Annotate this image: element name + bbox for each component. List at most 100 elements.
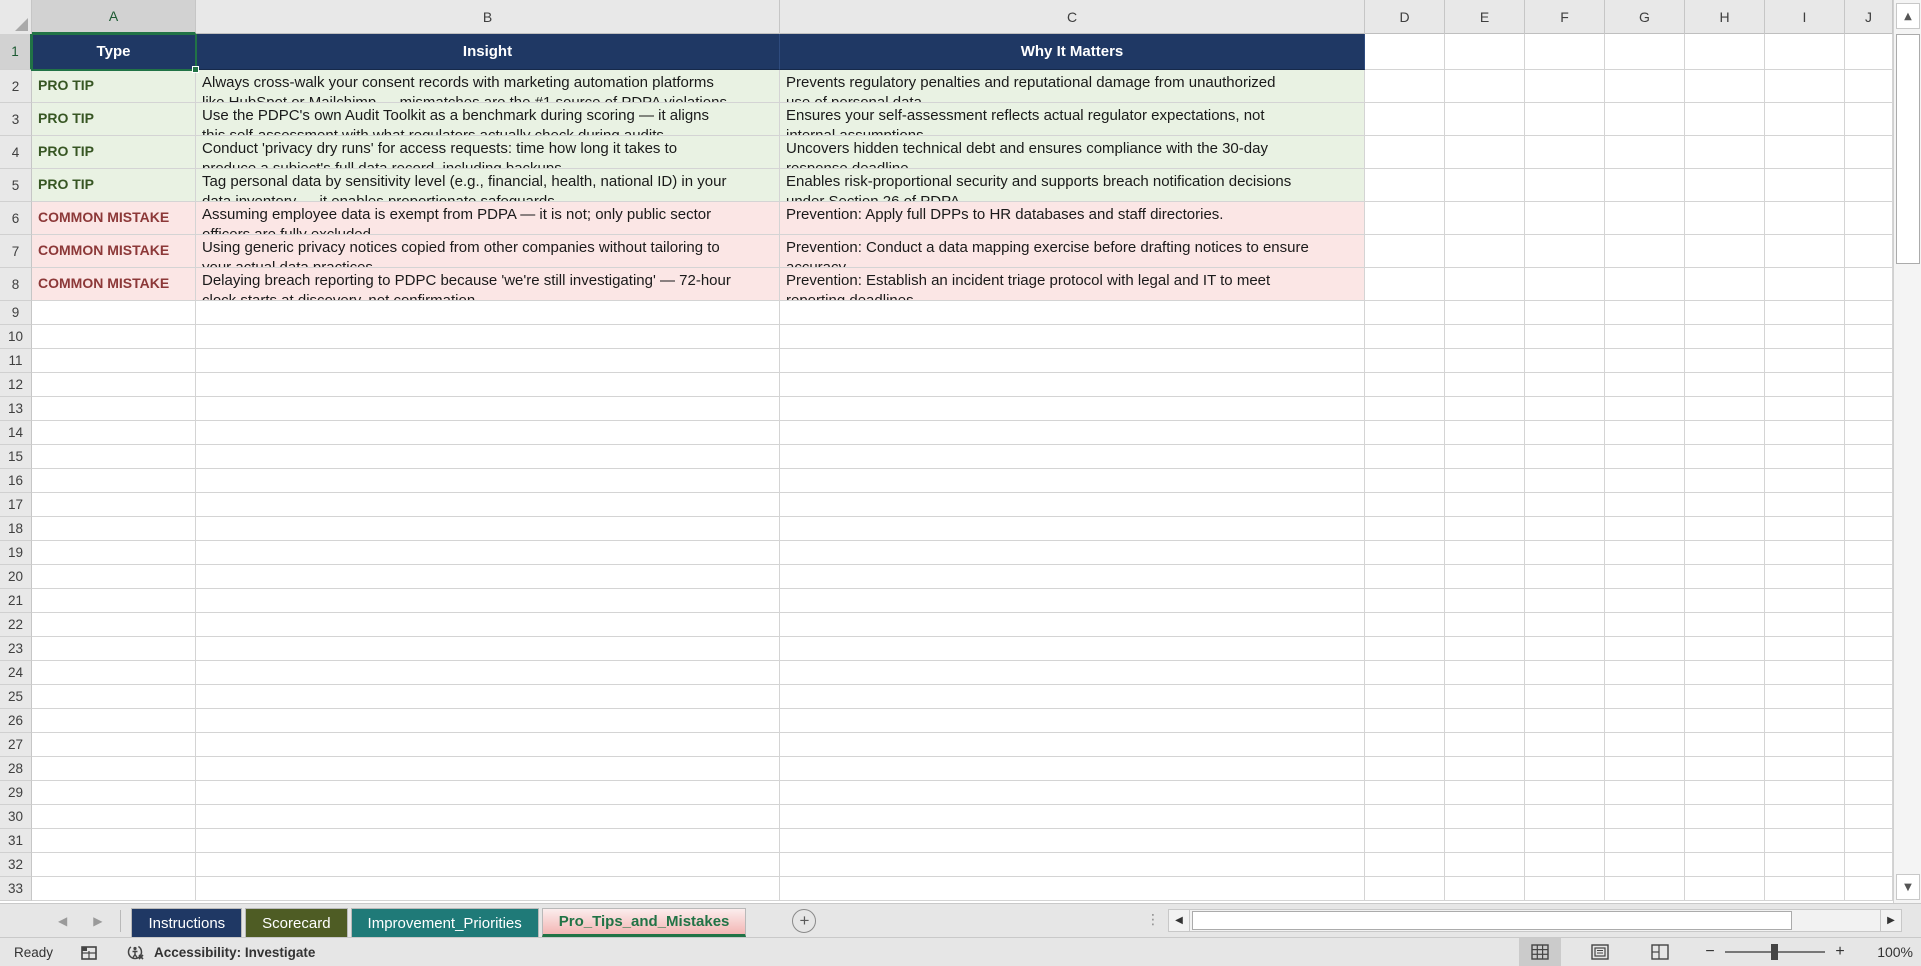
insight-cell[interactable]: Use the PDPC's own Audit Toolkit as a be… — [196, 103, 780, 136]
empty-cell[interactable] — [1365, 805, 1445, 829]
type-cell[interactable]: PRO TIP — [32, 70, 196, 103]
empty-cell[interactable] — [1765, 541, 1845, 565]
empty-cell[interactable] — [196, 637, 780, 661]
table-header-cell[interactable]: Why It Matters — [780, 34, 1365, 70]
empty-cell[interactable] — [32, 613, 196, 637]
insight-cell[interactable]: Tag personal data by sensitivity level (… — [196, 169, 780, 202]
row-header-17[interactable]: 17 — [0, 493, 32, 517]
empty-cell[interactable] — [1765, 469, 1845, 493]
empty-cell[interactable] — [32, 541, 196, 565]
empty-cell[interactable] — [1845, 349, 1893, 373]
empty-cell[interactable] — [1685, 301, 1765, 325]
empty-cell[interactable] — [1445, 757, 1525, 781]
empty-cell[interactable] — [1445, 421, 1525, 445]
empty-cell[interactable] — [1765, 169, 1845, 202]
empty-cell[interactable] — [1765, 421, 1845, 445]
empty-cell[interactable] — [32, 325, 196, 349]
empty-cell[interactable] — [1365, 325, 1445, 349]
empty-cell[interactable] — [1845, 136, 1893, 169]
empty-cell[interactable] — [1845, 733, 1893, 757]
empty-cell[interactable] — [1365, 493, 1445, 517]
empty-cell[interactable] — [1685, 325, 1765, 349]
row-header-19[interactable]: 19 — [0, 541, 32, 565]
column-header-j[interactable]: J — [1845, 0, 1893, 34]
empty-cell[interactable] — [780, 613, 1365, 637]
empty-cell[interactable] — [1525, 397, 1605, 421]
empty-cell[interactable] — [1605, 397, 1685, 421]
empty-cell[interactable] — [1445, 103, 1525, 136]
empty-cell[interactable] — [1605, 709, 1685, 733]
empty-cell[interactable] — [1605, 733, 1685, 757]
empty-cell[interactable] — [1765, 637, 1845, 661]
empty-cell[interactable] — [1365, 169, 1445, 202]
horizontal-scrollbar-thumb[interactable] — [1192, 911, 1792, 930]
new-sheet-button[interactable]: + — [792, 909, 816, 933]
empty-cell[interactable] — [1365, 757, 1445, 781]
empty-cell[interactable] — [1845, 589, 1893, 613]
empty-cell[interactable] — [32, 445, 196, 469]
scroll-up-button[interactable]: ▲ — [1896, 3, 1920, 29]
empty-cell[interactable] — [1365, 136, 1445, 169]
empty-cell[interactable] — [780, 877, 1365, 901]
empty-cell[interactable] — [1845, 757, 1893, 781]
empty-cell[interactable] — [1685, 103, 1765, 136]
empty-cell[interactable] — [1605, 373, 1685, 397]
empty-cell[interactable] — [1445, 541, 1525, 565]
empty-cell[interactable] — [1765, 613, 1845, 637]
horizontal-scrollbar-track[interactable] — [1190, 909, 1880, 932]
empty-cell[interactable] — [196, 613, 780, 637]
empty-cell[interactable] — [1525, 445, 1605, 469]
empty-cell[interactable] — [1765, 268, 1845, 301]
empty-cell[interactable] — [780, 637, 1365, 661]
column-header-b[interactable]: B — [196, 0, 780, 34]
column-header-a[interactable]: A — [32, 0, 196, 34]
empty-cell[interactable] — [1765, 235, 1845, 268]
empty-cell[interactable] — [1845, 268, 1893, 301]
empty-cell[interactable] — [1445, 169, 1525, 202]
empty-cell[interactable] — [780, 445, 1365, 469]
empty-cell[interactable] — [1685, 733, 1765, 757]
normal-view-button[interactable] — [1519, 938, 1561, 966]
empty-cell[interactable] — [1685, 268, 1765, 301]
empty-cell[interactable] — [1845, 541, 1893, 565]
empty-cell[interactable] — [1445, 136, 1525, 169]
empty-cell[interactable] — [1845, 301, 1893, 325]
empty-cell[interactable] — [780, 733, 1365, 757]
macro-record-icon[interactable] — [81, 944, 98, 961]
empty-cell[interactable] — [196, 517, 780, 541]
scrollbar-resize-grip[interactable]: ⋮ — [1146, 912, 1160, 928]
row-header-25[interactable]: 25 — [0, 685, 32, 709]
empty-cell[interactable] — [1685, 565, 1765, 589]
column-header-i[interactable]: I — [1765, 0, 1845, 34]
fill-handle[interactable] — [192, 66, 199, 73]
empty-cell[interactable] — [1765, 325, 1845, 349]
zoom-slider-thumb[interactable] — [1771, 944, 1778, 960]
empty-cell[interactable] — [196, 349, 780, 373]
empty-cell[interactable] — [1445, 349, 1525, 373]
empty-cell[interactable] — [780, 517, 1365, 541]
empty-cell[interactable] — [32, 493, 196, 517]
empty-cell[interactable] — [1365, 589, 1445, 613]
empty-cell[interactable] — [196, 829, 780, 853]
empty-cell[interactable] — [196, 757, 780, 781]
empty-cell[interactable] — [1845, 397, 1893, 421]
empty-cell[interactable] — [1365, 517, 1445, 541]
empty-cell[interactable] — [1765, 877, 1845, 901]
empty-cell[interactable] — [1445, 469, 1525, 493]
sheet-tab-scorecard[interactable]: Scorecard — [245, 908, 347, 937]
empty-cell[interactable] — [1525, 853, 1605, 877]
empty-cell[interactable] — [780, 829, 1365, 853]
zoom-slider[interactable] — [1725, 951, 1825, 953]
insight-cell[interactable]: Delaying breach reporting to PDPC becaus… — [196, 268, 780, 301]
row-header-11[interactable]: 11 — [0, 349, 32, 373]
empty-cell[interactable] — [1525, 733, 1605, 757]
empty-cell[interactable] — [1605, 421, 1685, 445]
empty-cell[interactable] — [32, 373, 196, 397]
empty-cell[interactable] — [1765, 349, 1845, 373]
scroll-down-button[interactable]: ▼ — [1896, 874, 1920, 900]
empty-cell[interactable] — [1605, 268, 1685, 301]
column-header-h[interactable]: H — [1685, 0, 1765, 34]
empty-cell[interactable] — [1605, 781, 1685, 805]
empty-cell[interactable] — [1845, 805, 1893, 829]
empty-cell[interactable] — [1685, 541, 1765, 565]
